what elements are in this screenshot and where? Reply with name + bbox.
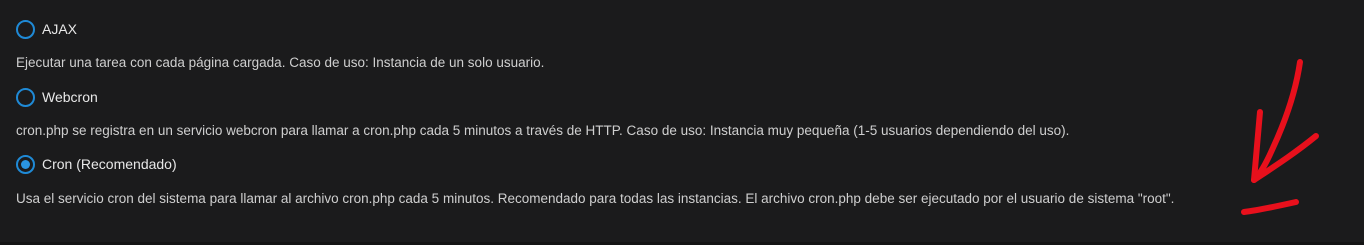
option-ajax-description: Ejecutar una tarea con cada página carga… xyxy=(16,55,545,70)
option-webcron[interactable]: Webcron xyxy=(16,86,98,108)
option-webcron-label: Webcron xyxy=(42,89,98,105)
radio-webcron[interactable] xyxy=(16,87,35,107)
option-ajax-label: AJAX xyxy=(42,21,78,37)
background-jobs-panel: AJAX Ejecutar una tarea con cada página … xyxy=(0,0,1364,245)
red-arrow-icon xyxy=(1241,59,1319,215)
option-ajax[interactable]: AJAX xyxy=(16,18,77,40)
option-webcron-description: cron.php se registra en un servicio webc… xyxy=(16,123,1070,138)
radio-ajax[interactable] xyxy=(16,19,35,39)
option-cron[interactable]: Cron (Recomendado) xyxy=(16,153,177,175)
option-cron-label: Cron (Recomendado) xyxy=(42,156,177,172)
radio-cron[interactable] xyxy=(16,154,35,174)
option-cron-description: Usa el servicio cron del sistema para ll… xyxy=(16,191,1175,206)
